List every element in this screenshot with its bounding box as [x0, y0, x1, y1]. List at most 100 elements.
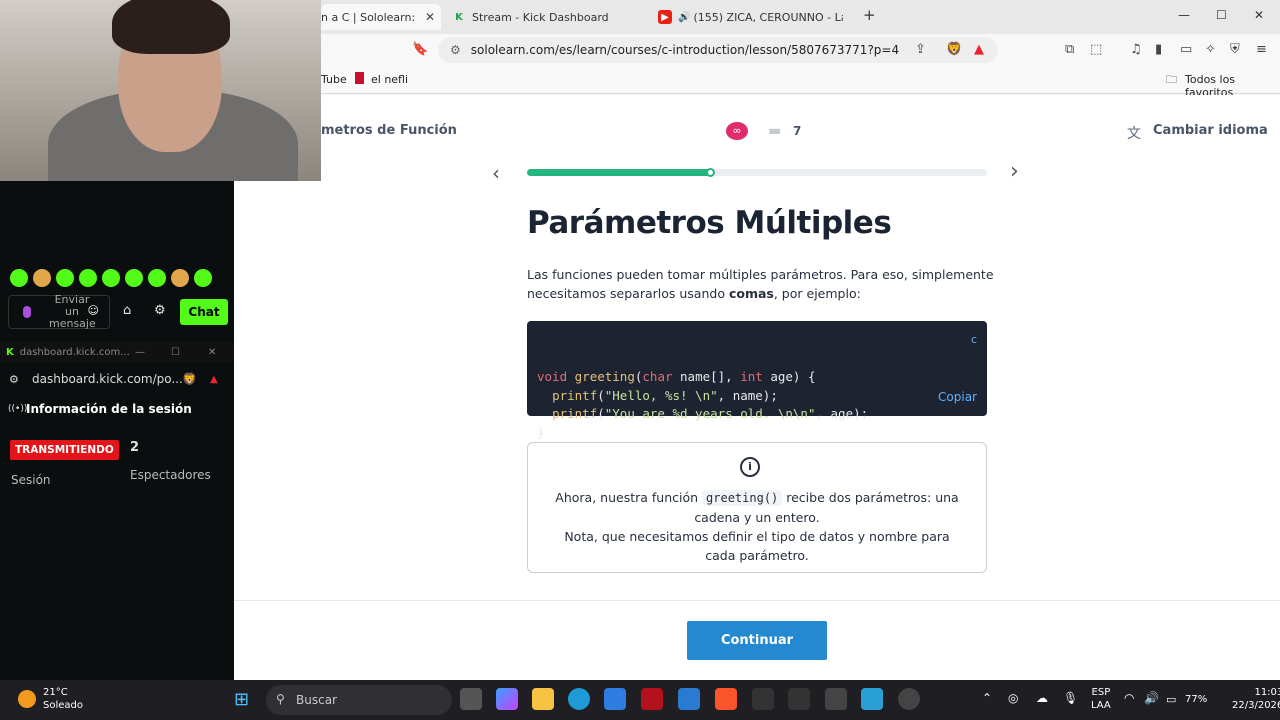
wifi-app-icon[interactable]	[788, 688, 810, 710]
brave-rewards-icon[interactable]: ▲	[974, 42, 984, 57]
weather-desc: Soleado	[43, 700, 83, 711]
app-icon[interactable]	[825, 688, 847, 710]
bookmark-icon[interactable]: 🔖	[412, 42, 428, 57]
info-icon: i	[740, 457, 760, 477]
app-icon[interactable]	[861, 688, 883, 710]
weather-widget[interactable]: 21°C Soleado	[43, 686, 83, 712]
emote-icon[interactable]	[33, 269, 51, 287]
tab-sololearn[interactable]: n a C | Sololearn: Lea ✕	[321, 4, 441, 30]
brave-shields-icon[interactable]: 🦁	[182, 372, 197, 386]
wifi-icon[interactable]: ◠	[1124, 692, 1134, 705]
tab-youtube[interactable]: ▶ 🔊 (155) ZICA, CEROUNNO - La Rec	[658, 4, 848, 30]
maximize-icon[interactable]: ☐	[171, 347, 180, 358]
emote-icon[interactable]	[56, 269, 74, 287]
tray-icon[interactable]: ☁	[1036, 692, 1048, 705]
emote-icon[interactable]	[79, 269, 97, 287]
emote-icon[interactable]	[125, 269, 143, 287]
language-indicator[interactable]: ESP LAA	[1091, 686, 1111, 712]
netflix-icon	[355, 72, 364, 84]
share-icon[interactable]: ⇪	[915, 42, 926, 57]
code-lines: void greeting(char name[], int age) { pr…	[537, 368, 977, 442]
mini-url-text: dashboard.kick.com/po...	[32, 372, 183, 386]
copilot-icon[interactable]	[496, 688, 518, 710]
bookmark-item[interactable]: el nefli	[371, 73, 408, 86]
task-view-icon[interactable]	[460, 688, 482, 710]
comment-count[interactable]: 7	[793, 124, 801, 138]
window-close-icon[interactable]: ✕	[1254, 8, 1264, 22]
microphone-icon[interactable]: 🎙	[1063, 692, 1078, 705]
brave-rewards-icon[interactable]: ▲	[210, 374, 218, 385]
weather-sun-icon[interactable]	[18, 690, 36, 708]
app-icon[interactable]	[752, 688, 774, 710]
file-explorer-icon[interactable]	[532, 688, 554, 710]
site-settings-icon[interactable]: ⚙	[9, 373, 19, 386]
wallet-icon[interactable]: ▭	[1180, 42, 1192, 57]
minimize-icon[interactable]: —	[135, 347, 145, 358]
sidebar-icon[interactable]: ▮	[1155, 42, 1162, 57]
live-status-badge: TRANSMITIENDO	[10, 440, 119, 460]
screenshot-icon[interactable]: ⬚	[1090, 42, 1102, 57]
tab-label: Stream - Kick Dashboard	[472, 10, 609, 24]
menu-icon[interactable]: ≡	[1256, 42, 1267, 57]
next-arrow-icon[interactable]: ›	[1010, 159, 1019, 184]
vscode-icon[interactable]	[678, 688, 700, 710]
emote-icon[interactable]	[194, 269, 212, 287]
url-field[interactable]: ⚙ sololearn.com/es/learn/courses/c-intro…	[438, 37, 998, 63]
mcafee-icon[interactable]	[641, 688, 663, 710]
chat-input[interactable]: Enviar un mensaje ☺	[8, 294, 110, 330]
code-language-label: c	[970, 333, 977, 346]
bookmark-item[interactable]: Tube	[321, 73, 347, 86]
mini-window-title: dashboard.kick.com...	[19, 346, 130, 358]
site-settings-icon[interactable]: ⚙	[450, 43, 461, 57]
note-text: Ahora, nuestra función	[555, 490, 703, 505]
change-language-button[interactable]: Cambiar idioma	[1153, 123, 1268, 138]
search-placeholder: Buscar	[296, 693, 337, 707]
emote-icon[interactable]	[171, 269, 189, 287]
lesson-breadcrumb[interactable]: metros de Función	[321, 123, 457, 138]
mini-url-bar[interactable]: ⚙ dashboard.kick.com/po... 🦁 ▲	[0, 367, 234, 391]
emote-icon[interactable]	[102, 269, 120, 287]
settings-gear-icon[interactable]: ⚙	[154, 303, 166, 318]
copy-button[interactable]: Copiar	[938, 388, 977, 407]
microphone-icon[interactable]	[23, 306, 31, 318]
tab-kick-dashboard[interactable]: K Stream - Kick Dashboard	[452, 4, 642, 30]
tab-label: n a C | Sololearn: Lea	[321, 10, 415, 24]
store-icon[interactable]: ⌂	[123, 303, 131, 318]
emote-icon[interactable]	[10, 269, 28, 287]
music-icon[interactable]: ♫	[1130, 42, 1142, 57]
tab-label: (155) ZICA, CEROUNNO - La Rec	[693, 10, 843, 24]
edge-icon[interactable]	[568, 688, 590, 710]
close-icon[interactable]: ✕	[419, 10, 441, 24]
previous-arrow-icon[interactable]: ‹	[492, 161, 500, 185]
code-line: }	[537, 424, 545, 440]
comment-icon[interactable]: ▬	[768, 123, 781, 139]
brave-icon[interactable]	[715, 688, 737, 710]
taskbar-search[interactable]: ⚲ Buscar	[266, 685, 452, 715]
obs-icon[interactable]	[898, 688, 920, 710]
chevron-up-icon[interactable]: ⌃	[982, 692, 992, 705]
windows-start-icon[interactable]: ⊞	[234, 689, 249, 710]
battery-icon[interactable]: ▭	[1166, 693, 1176, 706]
vpn-icon[interactable]: ⛨	[1230, 42, 1240, 57]
store-icon[interactable]	[604, 688, 626, 710]
minimize-icon[interactable]: —	[1178, 8, 1190, 22]
emoji-picker-icon[interactable]: ☺	[88, 305, 99, 317]
tray-icon[interactable]: ◎	[1008, 692, 1018, 705]
emote-icon[interactable]	[148, 269, 166, 287]
session-label: Sesión	[11, 473, 51, 487]
chat-send-button[interactable]: Chat	[180, 299, 228, 325]
continue-button[interactable]: Continuar	[687, 621, 827, 660]
divider	[234, 600, 1280, 601]
new-tab-icon[interactable]: +	[863, 6, 876, 24]
extensions-icon[interactable]: ⧉	[1065, 42, 1074, 57]
code-line: void greeting(char name[], int age) {	[537, 369, 816, 384]
emote-row	[10, 269, 212, 287]
volume-icon[interactable]: 🔊	[1144, 692, 1159, 705]
clock[interactable]: 11:03 22/3/2026	[1232, 686, 1280, 712]
brave-shields-icon[interactable]: 🦁	[946, 42, 962, 57]
viewers-label: Espectadores	[130, 468, 211, 482]
maximize-icon[interactable]: ☐	[1216, 8, 1227, 22]
close-icon[interactable]: ✕	[208, 347, 216, 358]
leo-ai-icon[interactable]: ✧	[1205, 42, 1216, 57]
translate-icon[interactable]: 文	[1127, 123, 1141, 143]
